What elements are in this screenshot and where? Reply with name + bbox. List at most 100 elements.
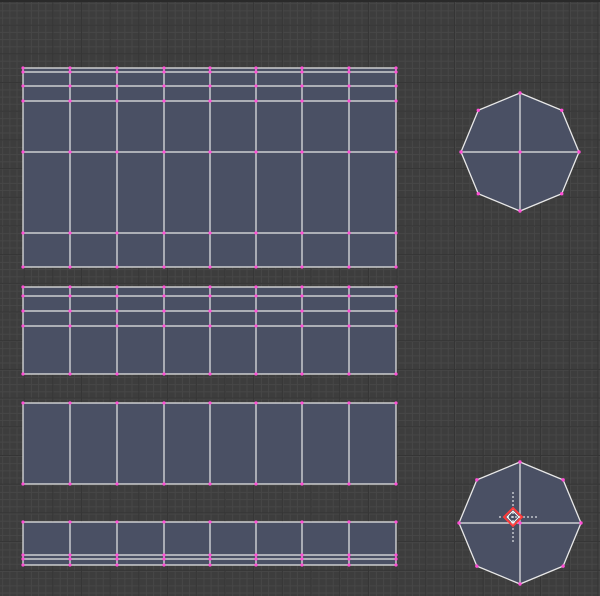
uv-vertex[interactable] bbox=[68, 557, 72, 561]
uv-vertex[interactable] bbox=[300, 84, 304, 88]
uv-vertex[interactable] bbox=[476, 192, 480, 196]
uv-vertex[interactable] bbox=[68, 309, 72, 313]
uv-vertex[interactable] bbox=[347, 70, 351, 74]
uv-vertex[interactable] bbox=[518, 91, 522, 95]
uv-vertex[interactable] bbox=[21, 70, 25, 74]
uv-vertex[interactable] bbox=[254, 66, 258, 70]
uv-vertex[interactable] bbox=[208, 265, 212, 269]
uv-vertex[interactable] bbox=[21, 99, 25, 103]
uv-vertex[interactable] bbox=[300, 231, 304, 235]
uv-vertex[interactable] bbox=[254, 265, 258, 269]
uv-vertex[interactable] bbox=[115, 309, 119, 313]
uv-vertex[interactable] bbox=[254, 294, 258, 298]
uv-vertex[interactable] bbox=[475, 564, 479, 568]
uv-vertex[interactable] bbox=[208, 563, 212, 567]
uv-vertex[interactable] bbox=[115, 265, 119, 269]
uv-vertex[interactable] bbox=[300, 66, 304, 70]
uv-vertex[interactable] bbox=[68, 294, 72, 298]
uv-vertex[interactable] bbox=[68, 70, 72, 74]
uv-vertex[interactable] bbox=[21, 482, 25, 486]
uv-vertex[interactable] bbox=[21, 231, 25, 235]
uv-vertex[interactable] bbox=[394, 84, 398, 88]
uv-vertex[interactable] bbox=[115, 482, 119, 486]
uv-vertex[interactable] bbox=[115, 372, 119, 376]
uv-vertex[interactable] bbox=[561, 478, 565, 482]
uv-vertex[interactable] bbox=[518, 582, 522, 586]
uv-vertex[interactable] bbox=[21, 84, 25, 88]
uv-vertex[interactable] bbox=[21, 372, 25, 376]
uv-vertex[interactable] bbox=[577, 150, 581, 154]
uv-vertex[interactable] bbox=[162, 231, 166, 235]
uv-vertex[interactable] bbox=[115, 557, 119, 561]
uv-vertex[interactable] bbox=[162, 294, 166, 298]
uv-vertex[interactable] bbox=[300, 285, 304, 289]
uv-vertex[interactable] bbox=[208, 99, 212, 103]
uv-vertex[interactable] bbox=[208, 309, 212, 313]
uv-vertex[interactable] bbox=[68, 372, 72, 376]
uv-vertex[interactable] bbox=[115, 150, 119, 154]
uv-vertex[interactable] bbox=[162, 265, 166, 269]
uv-vertex[interactable] bbox=[254, 553, 258, 557]
uv-vertex[interactable] bbox=[300, 553, 304, 557]
uv-island-medium-strip[interactable] bbox=[21, 285, 398, 376]
uv-vertex[interactable] bbox=[68, 150, 72, 154]
uv-vertex[interactable] bbox=[162, 99, 166, 103]
uv-vertex[interactable] bbox=[579, 521, 583, 525]
uv-vertex[interactable] bbox=[21, 563, 25, 567]
uv-vertex[interactable] bbox=[115, 294, 119, 298]
uv-vertex[interactable] bbox=[162, 150, 166, 154]
uv-vertex[interactable] bbox=[162, 401, 166, 405]
uv-vertex[interactable] bbox=[254, 557, 258, 561]
uv-vertex[interactable] bbox=[208, 324, 212, 328]
uv-vertex[interactable] bbox=[347, 309, 351, 313]
uv-vertex[interactable] bbox=[300, 265, 304, 269]
uv-vertex[interactable] bbox=[208, 372, 212, 376]
uv-island-bottom-strip[interactable] bbox=[21, 520, 398, 567]
uv-vertex[interactable] bbox=[347, 66, 351, 70]
uv-vertex[interactable] bbox=[254, 482, 258, 486]
uv-vertex[interactable] bbox=[21, 294, 25, 298]
uv-vertex[interactable] bbox=[254, 84, 258, 88]
uv-vertex[interactable] bbox=[162, 563, 166, 567]
uv-vertex[interactable] bbox=[68, 99, 72, 103]
uv-vertex[interactable] bbox=[300, 99, 304, 103]
uv-vertex[interactable] bbox=[21, 324, 25, 328]
uv-vertex[interactable] bbox=[21, 401, 25, 405]
uv-vertex[interactable] bbox=[115, 285, 119, 289]
uv-vertex[interactable] bbox=[68, 231, 72, 235]
uv-vertex[interactable] bbox=[254, 99, 258, 103]
uv-vertex[interactable] bbox=[518, 521, 522, 525]
uv-vertex[interactable] bbox=[21, 553, 25, 557]
uv-vertex[interactable] bbox=[68, 553, 72, 557]
uv-vertex[interactable] bbox=[394, 265, 398, 269]
uv-vertex[interactable] bbox=[162, 520, 166, 524]
uv-vertex[interactable] bbox=[115, 401, 119, 405]
uv-vertex[interactable] bbox=[347, 553, 351, 557]
uv-vertex[interactable] bbox=[21, 309, 25, 313]
uv-vertex[interactable] bbox=[162, 309, 166, 313]
uv-vertex[interactable] bbox=[394, 557, 398, 561]
uv-vertex[interactable] bbox=[254, 563, 258, 567]
uv-vertex[interactable] bbox=[162, 482, 166, 486]
uv-vertex[interactable] bbox=[254, 324, 258, 328]
uv-vertex[interactable] bbox=[347, 563, 351, 567]
uv-vertex[interactable] bbox=[162, 324, 166, 328]
uv-vertex[interactable] bbox=[475, 478, 479, 482]
uv-vertex[interactable] bbox=[300, 520, 304, 524]
uv-vertex[interactable] bbox=[347, 294, 351, 298]
uv-island-octagon-top[interactable] bbox=[459, 91, 581, 213]
uv-vertex[interactable] bbox=[300, 309, 304, 313]
uv-vertex[interactable] bbox=[115, 99, 119, 103]
uv-vertex[interactable] bbox=[208, 84, 212, 88]
uv-vertex[interactable] bbox=[21, 265, 25, 269]
uv-vertex[interactable] bbox=[208, 70, 212, 74]
uv-vertex[interactable] bbox=[162, 285, 166, 289]
uv-vertex[interactable] bbox=[115, 66, 119, 70]
uv-vertex[interactable] bbox=[394, 66, 398, 70]
uv-canvas[interactable] bbox=[0, 2, 600, 596]
uv-vertex[interactable] bbox=[394, 520, 398, 524]
uv-vertex[interactable] bbox=[115, 324, 119, 328]
uv-vertex[interactable] bbox=[162, 84, 166, 88]
uv-vertex[interactable] bbox=[394, 324, 398, 328]
uv-vertex[interactable] bbox=[21, 557, 25, 561]
